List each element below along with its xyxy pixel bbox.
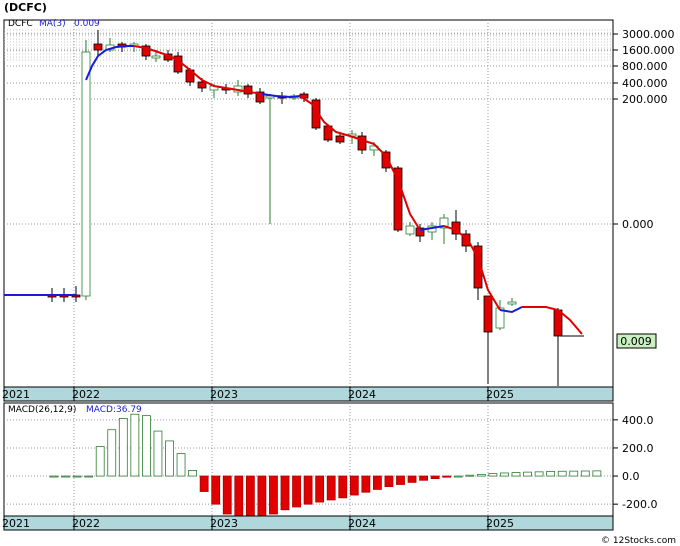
price-y-ticks: 3000.000 1600.000 800.000 400.000 200.000 0.0…: [613, 28, 675, 231]
macd-y-ticks: 400.0 200.0 0.0 -200.0: [613, 414, 657, 511]
macd-x-tick-label: 2023: [210, 517, 238, 530]
macd-bar: [569, 470, 579, 477]
macd-y-tick-label: 0.0: [622, 470, 640, 483]
macd-bar: [476, 473, 486, 477]
macd-bar: [257, 475, 267, 518]
macd-bar: [580, 470, 590, 477]
macd-bar: [557, 470, 567, 477]
macd-bar: [396, 475, 405, 485]
price-candle-body: [197, 81, 207, 89]
macd-bar: [130, 413, 140, 477]
macd-x-tick-label: 2021: [2, 517, 30, 530]
macd-bar: [419, 475, 429, 481]
macd-bar: [511, 472, 521, 477]
price-x-tick-label: 2023: [210, 388, 238, 401]
last-price-label: 0.009: [620, 335, 652, 348]
price-candle-body: [151, 55, 161, 59]
price-y-tick-label: 200.000: [622, 93, 668, 106]
macd-bar: [315, 475, 325, 503]
macd-y-tick-label: 200.0: [622, 442, 654, 455]
macd-y-tick-label: 400.0: [622, 414, 654, 427]
macd-bar: [523, 471, 532, 477]
chart-canvas: 3000.000 1600.000 800.000 400.000 200.000 0.0…: [2, 1, 676, 546]
macd-bar: [430, 475, 440, 479]
macd-bar: [49, 475, 59, 478]
macd-bar: [84, 475, 94, 478]
price-y-tick-label: 800.000: [622, 60, 668, 73]
macd-bar: [361, 475, 371, 493]
macd-bar: [326, 475, 336, 501]
ma-label: MA(3): [39, 19, 66, 29]
macd-y-tick-label: -200.0: [622, 498, 657, 511]
macd-bar: [176, 453, 186, 477]
macd-bar: [349, 475, 359, 496]
price-plot-area: [3, 19, 614, 388]
macd-bar: [384, 475, 394, 487]
macd-bar: [592, 470, 602, 477]
macd-value-label: MACD:36.79: [86, 405, 142, 415]
macd-bar: [453, 475, 463, 478]
macd-bar: [488, 473, 498, 477]
price-x-tick-label: 2022: [72, 388, 100, 401]
macd-bar: [141, 415, 151, 477]
price-candle-body: [405, 225, 415, 235]
symbol-label: DCFC: [8, 19, 33, 29]
macd-bar: [153, 430, 163, 477]
macd-title: MACD(26,12,9): [8, 405, 76, 415]
price-y-tick-label: 400.000: [622, 77, 668, 90]
price-candle-body: [507, 301, 517, 305]
macd-bar: [211, 475, 221, 505]
macd-bar: [280, 475, 290, 511]
macd-bar: [107, 429, 117, 477]
macd-bar: [61, 475, 70, 478]
price-candle-body: [81, 51, 91, 297]
macd-x-tick-label: 2022: [72, 517, 100, 530]
ma-value: 0.009: [74, 19, 100, 29]
macd-bar: [165, 440, 174, 477]
price-x-tick-label: 2025: [486, 388, 514, 401]
macd-bar: [269, 475, 278, 515]
macd-bar: [292, 475, 301, 508]
copyright: © 12Stocks.com: [601, 536, 676, 546]
macd-bar: [245, 475, 255, 519]
macd-bar: [188, 470, 198, 477]
macd-bar: [72, 475, 82, 478]
price-y-tick-label: 1600.000: [622, 44, 675, 57]
macd-bar: [465, 474, 475, 477]
price-candle-body: [335, 135, 345, 143]
macd-bar: [95, 446, 105, 477]
macd-bar: [338, 475, 348, 499]
macd-bar: [546, 471, 556, 477]
macd-bar: [442, 475, 452, 478]
price-x-tick-label: 2021: [2, 388, 30, 401]
macd-bar: [118, 418, 128, 477]
price-y-tick-label: 3000.000: [622, 28, 675, 41]
price-candle-body: [553, 309, 563, 337]
chart-title: (DCFC): [4, 1, 47, 14]
macd-bar: [234, 475, 244, 519]
macd-bar: [222, 475, 232, 515]
price-y-tick-label: 0.000: [622, 218, 654, 231]
macd-bar: [199, 475, 209, 492]
macd-bar: [534, 471, 544, 477]
macd-bar: [407, 475, 417, 483]
macd-x-tick-label: 2025: [486, 517, 514, 530]
price-x-tick-label: 2024: [348, 388, 376, 401]
price-candle-body: [393, 167, 403, 231]
macd-bar: [500, 472, 509, 477]
price-candle-body: [483, 295, 493, 333]
price-candle-body: [93, 43, 103, 51]
macd-bar: [372, 475, 382, 490]
macd-bar: [303, 475, 313, 505]
macd-x-tick-label: 2024: [348, 517, 376, 530]
